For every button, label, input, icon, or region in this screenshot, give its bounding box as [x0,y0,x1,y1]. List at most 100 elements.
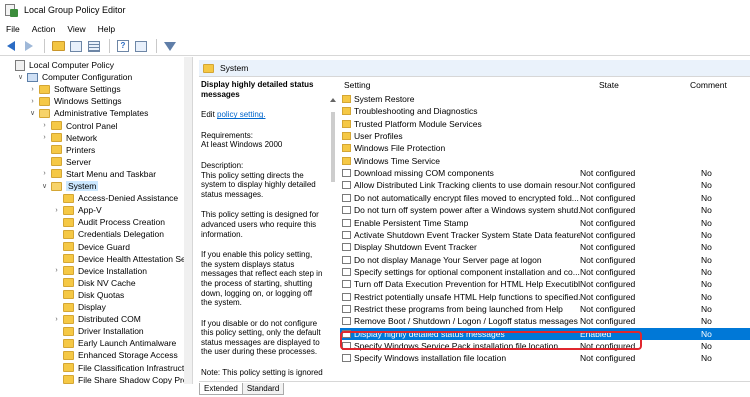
policy-comment-cell: No [701,316,712,327]
tree-item[interactable]: Disk Quotas [52,289,124,301]
show-hide-tree-icon[interactable] [68,39,84,54]
policy-row[interactable]: Specify Windows installation file locati… [340,352,750,364]
menu-help[interactable]: Help [92,24,121,34]
policy-row[interactable]: Restrict these programs from being launc… [340,303,750,315]
tree-item-label: Administrative Templates [54,108,149,119]
policy-row[interactable]: Specify settings for optional component … [340,266,750,278]
tree-item[interactable]: › Network [40,132,97,144]
policy-row[interactable]: Do not display Manage Your Server page a… [340,254,750,266]
description-scrollbar[interactable] [328,78,338,380]
policy-name-cell: Do not display Manage Your Server page a… [354,254,542,265]
policy-state-cell: Not configured [580,291,636,302]
tree-item[interactable]: Driver Installation [52,325,144,337]
tree-item[interactable]: ∨ Administrative Templates [28,107,148,119]
chevron-down-icon[interactable]: ∨ [16,73,25,82]
scrollbar-thumb[interactable] [331,112,335,182]
policy-row[interactable]: Restrict potentially unsafe HTML Help fu… [340,291,750,303]
chevron-right-icon[interactable]: › [40,133,49,142]
chevron-right-icon[interactable]: › [40,169,49,178]
tree-item[interactable]: Device Guard [52,241,130,253]
tree-item[interactable]: Server [40,156,91,168]
policy-row[interactable]: Do not automatically encrypt files moved… [340,192,750,204]
properties-icon[interactable] [133,39,149,54]
help-icon[interactable]: ? [115,39,131,54]
forward-arrow-icon[interactable] [21,39,37,54]
policy-row[interactable]: Enable Persistent Time Stamp Not configur… [340,217,750,229]
tree-scrollbar[interactable] [184,57,192,384]
chevron-down-icon[interactable]: ∨ [40,182,49,191]
list-folder-row[interactable]: Trusted Platform Module Services [340,118,750,130]
list-folder-row[interactable]: Troubleshooting and Diagnostics [340,105,750,117]
requirements-block: Requirements: At least Windows 2000 [201,131,323,150]
tree-item[interactable]: › Software Settings [28,83,120,95]
folder-icon [63,290,74,300]
tree-item[interactable]: Display [52,301,106,313]
chevron-right-icon[interactable]: › [28,97,37,106]
tree-item[interactable]: ∨ System [40,180,99,192]
tree-item-label: App-V [78,205,102,216]
scroll-up-arrow-icon[interactable] [330,98,336,102]
tree-item[interactable]: Early Launch Antimalware [52,337,176,349]
tree-item[interactable]: › Windows Settings [28,95,121,107]
tab-extended[interactable]: Extended [199,383,243,395]
tab-standard[interactable]: Standard [241,383,285,395]
tree-item[interactable]: › Start Menu and Taskbar [40,168,156,180]
tree-item[interactable]: File Share Shadow Copy Provid [52,374,192,384]
column-header-setting[interactable]: Setting [344,80,370,90]
menu-file[interactable]: File [0,24,26,34]
list-view-icon[interactable] [86,39,102,54]
tree-item[interactable]: › App-V [52,204,102,216]
policy-row[interactable]: Download missing COM components Not confi… [340,167,750,179]
edit-policy-link[interactable]: policy setting. [217,110,265,119]
filter-icon[interactable] [162,39,178,54]
tree-item[interactable]: Enhanced Storage Access [52,349,178,361]
tree-item[interactable]: Credentials Delegation [52,228,164,240]
list-folder-row[interactable]: System Restore [340,93,750,105]
policy-comment-cell: No [701,168,712,179]
policy-row[interactable]: Activate Shutdown Event Tracker System S… [340,229,750,241]
policy-comment-cell [701,142,741,154]
tree-item-label: Control Panel [66,120,118,131]
menu-view[interactable]: View [61,24,91,34]
tree-item[interactable]: Device Health Attestation Servic [52,253,192,265]
policy-row[interactable]: Allow Distributed Link Tracking clients … [340,179,750,191]
tree-item[interactable]: Audit Process Creation [52,216,165,228]
policy-comment-cell [701,105,741,117]
tree-item[interactable]: ∨ Computer Configuration [16,71,132,83]
tree-item[interactable]: › Device Installation [52,265,147,277]
back-arrow-icon[interactable] [3,39,19,54]
tree-item[interactable]: Printers [40,144,95,156]
tree-item[interactable]: Local Computer Policy [4,59,114,71]
folder-icon [342,107,351,116]
tree-item[interactable]: Access-Denied Assistance [52,192,178,204]
up-folder-icon[interactable] [50,39,66,54]
list-folder-row[interactable]: Windows File Protection [340,142,750,154]
policy-state-cell: Not configured [580,279,636,290]
policy-row[interactable]: Remove Boot / Shutdown / Logon / Logoff … [340,315,750,327]
toolbar-separator [109,39,110,53]
chevron-right-icon[interactable]: › [40,121,49,130]
column-header-comment[interactable]: Comment [690,80,727,90]
tree-item[interactable]: › Distributed COM [52,313,141,325]
list-folder-row[interactable]: User Profiles [340,130,750,142]
policy-row[interactable]: Display Shutdown Event Tracker Not config… [340,241,750,253]
description-text: This policy setting directs the system t… [201,170,316,199]
chevron-right-icon[interactable]: › [52,206,61,215]
column-header-state[interactable]: State [599,80,619,90]
tree-item[interactable]: Disk NV Cache [52,277,136,289]
tree-item[interactable]: › Control Panel [40,120,118,132]
chevron-right-icon[interactable]: › [52,266,61,275]
policy-row[interactable]: Do not turn off system power after a Win… [340,204,750,216]
menu-action[interactable]: Action [26,24,62,34]
policy-name-cell: Windows File Protection [354,143,446,154]
policy-row[interactable]: Turn off Data Execution Prevention for H… [340,278,750,290]
tree-item[interactable]: File Classification Infrastructure [52,362,192,374]
chevron-right-icon[interactable]: › [52,315,61,324]
chevron-down-icon[interactable]: ∨ [28,109,37,118]
folder-icon [63,350,74,360]
policy-comment-cell: No [701,242,712,253]
description-label: Description: [201,160,244,170]
chevron-right-icon[interactable]: › [28,85,37,94]
list-folder-row[interactable]: Windows Time Service [340,155,750,167]
